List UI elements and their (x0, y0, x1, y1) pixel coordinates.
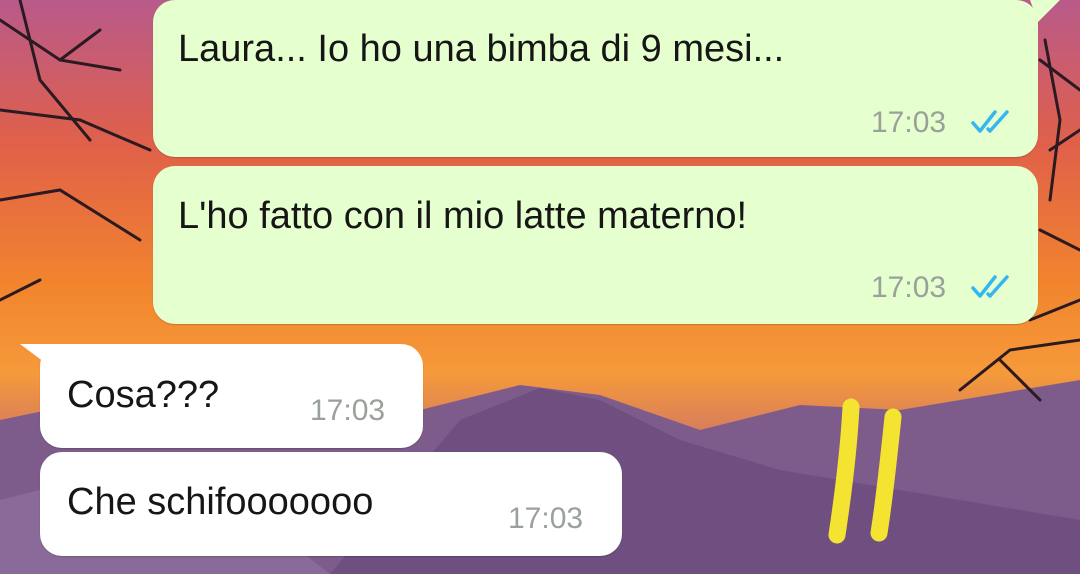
message-timestamp: 17:03 (508, 502, 584, 535)
incoming-message-bubble[interactable]: Che schifooooooo 17:03 (40, 452, 622, 556)
yellow-annotation-marks (828, 398, 902, 544)
outgoing-message-bubble[interactable]: Laura... Io ho una bimba di 9 mesi... 17… (153, 0, 1038, 157)
outgoing-message-bubble[interactable]: L'ho fatto con il mio latte materno! 17:… (153, 166, 1038, 324)
message-text: L'ho fatto con il mio latte materno! (178, 195, 748, 237)
bubble-tail-icon (1030, 0, 1060, 22)
message-text: Che schifooooooo (67, 481, 374, 523)
incoming-message-bubble[interactable]: Cosa??? 17:03 (40, 344, 423, 448)
message-timestamp: 17:03 (871, 106, 947, 139)
double-check-read-icon (971, 275, 1009, 298)
message-timestamp: 17:03 (310, 394, 386, 427)
message-timestamp: 17:03 (871, 271, 947, 304)
message-text: Cosa??? (67, 374, 220, 416)
double-check-read-icon (971, 110, 1009, 133)
message-text: Laura... Io ho una bimba di 9 mesi... (178, 28, 785, 70)
